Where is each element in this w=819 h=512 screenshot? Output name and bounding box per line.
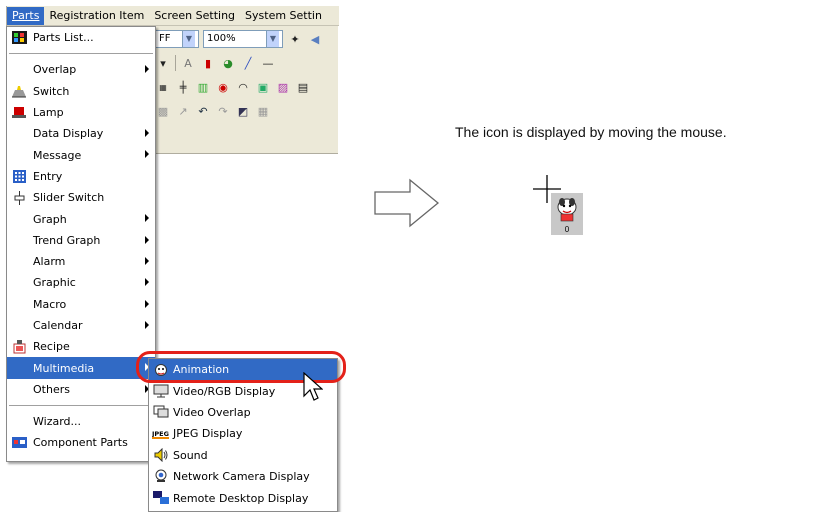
undo-icon[interactable]: ↶	[195, 103, 211, 119]
submenu-arrow-icon	[145, 320, 149, 329]
back-arrow-icon[interactable]: ◀	[307, 31, 323, 47]
chart-icon[interactable]: ▨	[275, 79, 291, 95]
grid-icon[interactable]: ▩	[155, 103, 171, 119]
submenu-arrow-icon	[145, 256, 149, 265]
animation-part-icon: 0	[551, 193, 583, 235]
menu-item-message[interactable]: Message	[7, 144, 155, 165]
submenu-arrow-icon	[145, 150, 149, 159]
submenu-arrow-icon	[145, 235, 149, 244]
menu-item-graphic[interactable]: Graphic	[7, 272, 155, 293]
mouse-cursor-icon	[303, 371, 324, 407]
submenu-arrow-icon	[145, 214, 149, 223]
component-parts-icon	[11, 435, 27, 450]
menu-item-component-parts[interactable]: Component Parts	[7, 432, 155, 453]
submenu-arrow-icon	[145, 65, 149, 74]
properties-icon[interactable]: ▦	[255, 103, 271, 119]
remote-desktop-icon	[152, 490, 169, 505]
graph-icon[interactable]: ▥	[195, 79, 211, 95]
submenu-arrow-icon	[145, 278, 149, 287]
menu-item-slider-switch[interactable]: Slider Switch	[7, 187, 155, 208]
menu-item-multimedia[interactable]: Multimedia	[7, 357, 155, 379]
menu-item-switch[interactable]: Switch	[7, 81, 155, 102]
menu-item-graph[interactable]: Graph	[7, 208, 155, 229]
lamp-icon	[11, 105, 27, 120]
chevron-down-icon: ▼	[182, 31, 195, 47]
toolbar-row-1: FF ▼ 100% ▼ ✦ ◀	[155, 28, 323, 50]
right-arrow-icon	[374, 178, 440, 231]
recipe-icon	[11, 339, 27, 354]
menu-item-entry[interactable]: Entry	[7, 166, 155, 187]
menu-item-alarm[interactable]: Alarm	[7, 251, 155, 272]
switch-icon	[11, 84, 27, 99]
video-rgb-icon	[152, 383, 169, 398]
menu-item-trend-graph[interactable]: Trend Graph	[7, 230, 155, 251]
meter-icon[interactable]: ◠	[235, 79, 251, 95]
caption-text: The icon is displayed by moving the mous…	[455, 124, 727, 140]
menu-item-overlap[interactable]: Overlap	[7, 59, 155, 80]
menu-item-data-display[interactable]: Data Display	[7, 123, 155, 144]
binoculars-icon[interactable]: ✦	[287, 31, 303, 47]
font-color-icon[interactable]: A	[180, 55, 196, 71]
menu-registration-item[interactable]: Registration Item	[44, 7, 149, 25]
menu-screen-setting[interactable]: Screen Setting	[149, 7, 240, 25]
slider-icon[interactable]: ╪	[175, 79, 191, 95]
menubar: Parts Registration Item Screen Setting S…	[7, 6, 339, 26]
chevron-down-icon: ▼	[266, 31, 279, 47]
svg-text:JPEG: JPEG	[152, 430, 169, 438]
menu-separator	[9, 53, 153, 55]
parts-menu: Parts List... Overlap Switch Lamp Data D…	[6, 26, 156, 462]
picture-icon[interactable]: ▣	[255, 79, 271, 95]
toolbar-row-4: ▩ ↗ ↶ ↷ ◩ ▦	[155, 100, 271, 122]
fill-color-icon[interactable]: ◕	[220, 55, 236, 71]
toolbar-row-3: ▦ ╪ ▥ ◉ ◠ ▣ ▨ ▤	[155, 76, 311, 98]
jpeg-icon: JPEG	[152, 426, 169, 441]
menu-separator	[9, 405, 153, 407]
menu-item-parts-list[interactable]: Parts List...	[7, 27, 155, 48]
toolbar-separator	[175, 55, 176, 71]
menu-system-setting[interactable]: System Settin	[240, 7, 327, 25]
select-icon[interactable]: ◩	[235, 103, 251, 119]
menu-item-macro[interactable]: Macro	[7, 294, 155, 315]
zoom-select[interactable]: 100% ▼	[203, 30, 283, 48]
pointer-icon[interactable]: ↗	[175, 103, 191, 119]
toolbar-row-2: ▾ A ▮ ◕ ╱ —	[155, 52, 276, 74]
entry-icon	[11, 169, 27, 184]
menu-parts[interactable]: Parts	[7, 6, 45, 25]
animation-part-number: 0	[564, 225, 570, 234]
menu-item-lamp[interactable]: Lamp	[7, 102, 155, 123]
data-display-icon[interactable]: ▦	[155, 79, 171, 95]
submenu-arrow-icon	[145, 299, 149, 308]
menu-item-wizard[interactable]: Wizard...	[7, 411, 155, 432]
lamp-button-icon[interactable]: ◉	[215, 79, 231, 95]
submenu-arrow-icon	[145, 129, 149, 138]
line-style-icon[interactable]: —	[260, 55, 276, 71]
menu-item-recipe[interactable]: Recipe	[7, 336, 155, 357]
line-icon[interactable]: ╱	[240, 55, 256, 71]
slider-switch-icon	[11, 190, 27, 205]
video-overlap-icon	[152, 405, 169, 420]
pen-color-icon[interactable]: ▮	[200, 55, 216, 71]
menu-item-others[interactable]: Others	[7, 379, 155, 400]
submenu-item-network-camera-display[interactable]: Network Camera Display	[149, 466, 337, 487]
off-select[interactable]: FF ▼	[155, 30, 199, 48]
submenu-item-remote-desktop-display[interactable]: Remote Desktop Display	[149, 487, 337, 508]
submenu-item-jpeg-display[interactable]: JPEG JPEG Display	[149, 423, 337, 444]
redo-icon[interactable]: ↷	[215, 103, 231, 119]
menu-item-calendar[interactable]: Calendar	[7, 315, 155, 336]
window-icon[interactable]: ▤	[295, 79, 311, 95]
sound-icon	[152, 448, 169, 463]
parts-list-icon	[11, 30, 27, 45]
network-camera-icon	[152, 469, 169, 484]
dropdown-icon[interactable]: ▾	[155, 55, 171, 71]
submenu-item-sound[interactable]: Sound	[149, 445, 337, 466]
